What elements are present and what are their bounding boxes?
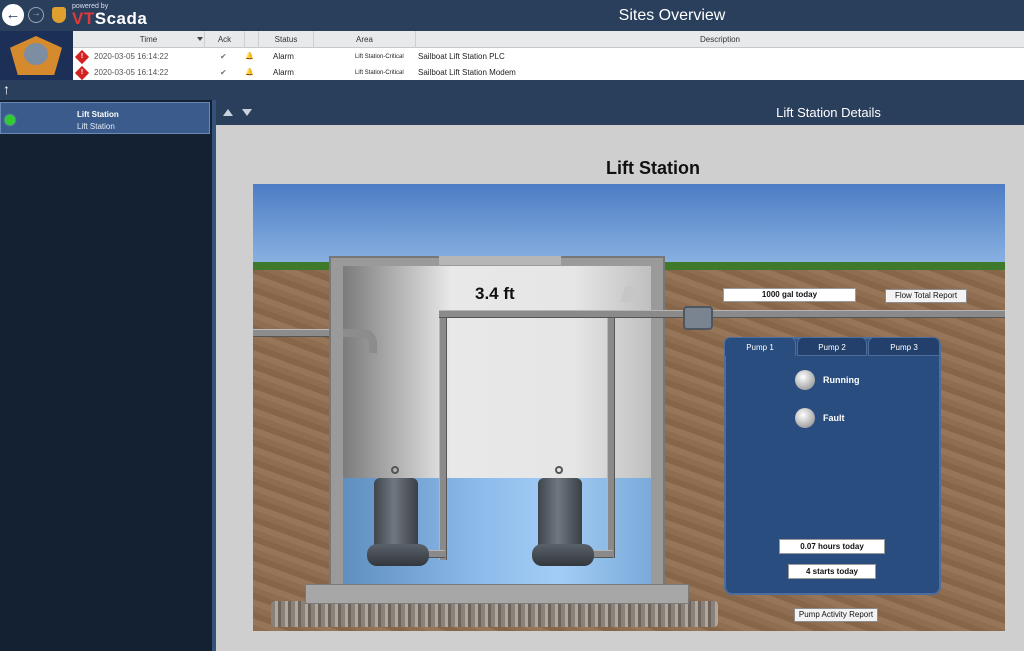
pump-2-motor xyxy=(538,478,582,552)
pump-1-motor xyxy=(374,478,418,552)
arrow-right-icon: → xyxy=(31,8,41,19)
pump-1-lift-ring xyxy=(391,466,399,474)
column-header-description-label: Description xyxy=(699,35,740,44)
sort-desc-icon[interactable] xyxy=(197,37,203,41)
discharge-riser-1 xyxy=(439,310,447,560)
expand-down-icon[interactable] xyxy=(242,109,252,116)
title-bar: ← → powered by VTScada Sites Overview xyxy=(0,0,1024,31)
alarm-time: 2020-03-05 16:14:22 xyxy=(94,52,169,61)
pump-1-volute xyxy=(367,544,429,566)
column-header-status-label: Status xyxy=(274,35,298,44)
arrow-left-icon: ← xyxy=(5,6,21,23)
collapse-up-icon[interactable] xyxy=(223,109,233,116)
flow-today-display: 1000 gal today xyxy=(723,288,856,302)
station-title: Lift Station xyxy=(606,158,700,178)
forward-button[interactable]: → xyxy=(28,7,44,23)
fault-label: Fault xyxy=(823,413,845,423)
alarm-table: Time Ack Status Area Description ! 2020-… xyxy=(73,31,1024,81)
bell-icon[interactable]: 🔔 xyxy=(245,49,254,65)
ack-check-icon[interactable]: ✔ xyxy=(220,65,227,81)
back-button[interactable]: ← xyxy=(2,4,24,26)
tab-pump-3[interactable]: Pump 3 xyxy=(868,337,940,356)
tab-pump-1[interactable]: Pump 1 xyxy=(724,337,796,356)
gravel-bed xyxy=(271,601,718,627)
alarm-status: Alarm xyxy=(273,52,294,61)
lift-station-graphic: 3.4 ft 1000 gal today Flow Total Report … xyxy=(253,184,1005,631)
column-header-time[interactable]: Time xyxy=(93,31,205,48)
page-title: Sites Overview xyxy=(618,7,726,24)
column-header-description[interactable]: Description xyxy=(416,31,1024,48)
alarm-critical-icon: ! xyxy=(74,65,90,81)
alarm-marker: ! xyxy=(80,69,84,76)
column-header-status[interactable]: Status xyxy=(259,31,314,48)
alarm-row[interactable]: ! 2020-03-05 16:14:22 ✔ 🔔 Alarm Lift Sta… xyxy=(73,65,1024,81)
alarm-area: Lift Station-Critical xyxy=(355,54,404,60)
discharge-riser-2 xyxy=(607,318,615,558)
tab-pump-2[interactable]: Pump 2 xyxy=(797,337,867,356)
pump-2-lift-ring xyxy=(555,466,563,474)
alarm-status: Alarm xyxy=(273,68,294,77)
fault-indicator-icon xyxy=(795,408,815,428)
logo-face xyxy=(24,43,48,65)
flow-total-report-button[interactable]: Flow Total Report xyxy=(885,289,967,303)
site-list: Lift Station Lift Station xyxy=(0,100,212,651)
column-header-ack[interactable]: Ack xyxy=(205,31,245,48)
discharge-header xyxy=(439,310,1005,318)
alarm-description: Sailboat Lift Station PLC xyxy=(418,52,505,61)
site-item-lift-station[interactable]: Lift Station Lift Station xyxy=(0,102,210,134)
brand-logo: VTScada xyxy=(72,9,147,29)
inlet-elbow xyxy=(343,329,377,353)
alarm-description: Sailboat Lift Station Modem xyxy=(418,68,516,77)
alarm-marker: ! xyxy=(80,53,84,60)
alarm-row[interactable]: ! 2020-03-05 16:14:22 ✔ 🔔 Alarm Lift Sta… xyxy=(73,49,1024,65)
column-header-area[interactable]: Area xyxy=(314,31,416,48)
running-label: Running xyxy=(823,375,860,385)
column-header-ack-label: Ack xyxy=(217,35,232,44)
details-panel: Lift Station Details Lift Station 3.4 ft xyxy=(216,100,1024,651)
status-ok-icon xyxy=(5,115,15,125)
alarm-table-header: Time Ack Status Area Description xyxy=(73,31,1024,48)
brand-shield-icon xyxy=(52,7,66,23)
flow-meter xyxy=(683,306,713,330)
app-window: ← → powered by VTScada Sites Overview Ti… xyxy=(0,0,1024,651)
column-header-time-label: Time xyxy=(139,35,158,44)
site-type: Lift Station xyxy=(77,122,115,131)
column-header-bell[interactable] xyxy=(245,31,259,48)
hours-today-display: 0.07 hours today xyxy=(779,539,885,554)
brand-suffix: Scada xyxy=(94,9,148,28)
pump-status-panel: Pump 1 Pump 2 Pump 3 Running Fault 0.07 … xyxy=(724,337,941,595)
ack-check-icon[interactable]: ✔ xyxy=(220,49,227,65)
navigation-bar: ↑ xyxy=(0,80,1024,100)
level-reading: 3.4 ft xyxy=(475,284,515,303)
wet-well-base xyxy=(305,584,689,604)
pump-activity-report-button[interactable]: Pump Activity Report xyxy=(794,608,878,622)
column-header-area-label: Area xyxy=(356,35,373,44)
sky xyxy=(253,184,1005,266)
details-title: Lift Station Details xyxy=(776,105,881,120)
alarm-area: Time Ack Status Area Description ! 2020-… xyxy=(0,31,1024,81)
alarm-critical-icon: ! xyxy=(74,49,90,65)
site-name: Lift Station xyxy=(77,110,119,119)
starts-today-display: 4 starts today xyxy=(788,564,876,579)
alarm-area: Lift Station-Critical xyxy=(355,70,404,76)
pump-2-volute xyxy=(532,544,594,566)
mascot-logo xyxy=(0,31,73,80)
wet-well-hatch xyxy=(439,256,561,265)
bell-icon[interactable]: 🔔 xyxy=(245,65,254,81)
brand-prefix: VT xyxy=(72,9,95,28)
up-arrow-icon[interactable]: ↑ xyxy=(3,81,10,97)
running-indicator-icon xyxy=(795,370,815,390)
details-header: Lift Station Details xyxy=(216,100,1024,125)
alarm-time: 2020-03-05 16:14:22 xyxy=(94,68,169,77)
